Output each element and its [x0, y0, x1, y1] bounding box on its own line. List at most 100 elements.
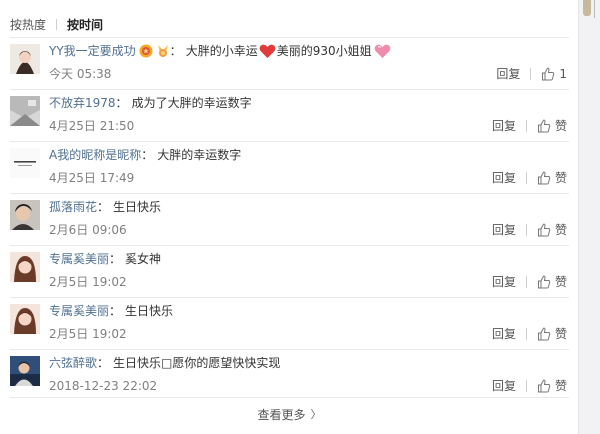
reply-button[interactable]: 回复: [492, 274, 516, 290]
comment-username[interactable]: 专属奚美丽: [49, 251, 109, 267]
avatar[interactable]: [10, 148, 40, 178]
comment-content: 六弦醉歌 ： 生日快乐□愿你的愿望快快实现: [49, 355, 281, 371]
sort-by-hot-tab[interactable]: 按热度: [10, 16, 46, 33]
chevron-right-icon: 〉: [310, 408, 322, 421]
like-button[interactable]: 赞: [537, 274, 567, 290]
comment-text: 大胖的幸运数字: [157, 148, 242, 162]
thumbs-up-icon: [537, 119, 551, 133]
comment-time: 2月5日 19:02: [49, 327, 127, 341]
comment-list: YY我一定要成功 ： 大胖的小幸运 美丽的930小姐姐 今天 05:38 回复 …: [0, 37, 578, 401]
comment-content: 孤落雨花 ： 生日快乐: [49, 199, 162, 215]
thumbs-up-icon: [537, 327, 551, 341]
like-count: 1: [559, 67, 567, 81]
comment-text: 生日快乐: [113, 200, 162, 214]
like-label: 赞: [554, 275, 567, 289]
comment-time: 2月5日 19:02: [49, 275, 127, 289]
thumbs-up-icon: [537, 171, 551, 185]
comment-actions: 回复 赞: [492, 170, 567, 186]
avatar[interactable]: [10, 356, 40, 386]
comment-username[interactable]: 孤落雨花: [49, 199, 97, 215]
comment-content: A我的昵称是昵称 ： 大胖的幸运数字: [49, 147, 242, 163]
action-divider: [525, 380, 527, 392]
comment-time: 2018-12-23 22:02: [49, 379, 158, 393]
comment-actions: 回复 赞: [492, 378, 567, 394]
view-more-link[interactable]: 查看更多 〉: [257, 406, 321, 423]
like-label: 赞: [554, 171, 567, 185]
sort-by-time-tab[interactable]: 按时间: [67, 16, 103, 33]
thumbs-up-icon: [537, 379, 551, 393]
like-button[interactable]: 赞: [537, 170, 567, 186]
comment-text-continued: 美丽的930小姐姐: [276, 44, 372, 58]
comment-username[interactable]: A我的昵称是昵称: [49, 147, 141, 163]
comment-text: 生日快乐: [125, 304, 174, 318]
comment-content: YY我一定要成功 ： 大胖的小幸运 美丽的930小姐姐: [49, 43, 391, 59]
avatar[interactable]: [10, 200, 40, 230]
comment-username[interactable]: YY我一定要成功: [49, 43, 136, 59]
reply-button[interactable]: 回复: [492, 118, 516, 134]
comment-item: A我的昵称是昵称 ： 大胖的幸运数字 4月25日 17:49 回复 赞: [10, 141, 569, 193]
comment-username[interactable]: 专属奚美丽: [49, 303, 109, 319]
comment-time: 4月25日 17:49: [49, 171, 135, 185]
action-divider: [525, 120, 527, 132]
action-divider: [530, 68, 532, 80]
comment-time: 2月6日 09:06: [49, 223, 127, 237]
comment-text: 生日快乐□愿你的愿望快快实现: [113, 356, 281, 370]
comment-content: 专属奚美丽 ： 生日快乐: [49, 303, 174, 319]
action-divider: [525, 276, 527, 288]
comment-actions: 回复 赞: [492, 326, 567, 342]
red-heart-icon: [259, 44, 276, 58]
avatar[interactable]: [10, 252, 40, 282]
like-label: 赞: [554, 119, 567, 133]
comment-content: 专属奚美丽 ： 奚女神: [49, 251, 162, 267]
comment-time: 4月25日 21:50: [49, 119, 135, 133]
comment-time: 今天 05:38: [49, 67, 112, 81]
comment-text: 奚女神: [125, 252, 162, 266]
sort-divider: [56, 18, 58, 30]
comment-item: 专属奚美丽 ： 生日快乐 2月5日 19:02 回复 赞: [10, 297, 569, 349]
avatar[interactable]: [10, 44, 40, 74]
sort-bar: 按热度 按时间: [10, 16, 103, 32]
medal-icon: [157, 45, 168, 57]
comment-actions: 回复 赞: [492, 118, 567, 134]
comment-actions: 回复 赞: [492, 222, 567, 238]
avatar[interactable]: [10, 304, 40, 334]
reply-button[interactable]: 回复: [492, 170, 516, 186]
load-more-row: 查看更多 〉: [10, 397, 569, 430]
like-label: 赞: [554, 327, 567, 341]
page-gutter: [579, 0, 600, 434]
side-tab-handle[interactable]: [583, 0, 591, 16]
vip-badge-icon: [139, 44, 153, 58]
reply-button[interactable]: 回复: [492, 222, 516, 238]
reply-button[interactable]: 回复: [492, 326, 516, 342]
comment-item: YY我一定要成功 ： 大胖的小幸运 美丽的930小姐姐 今天 05:38 回复 …: [10, 37, 569, 89]
like-button[interactable]: 赞: [537, 118, 567, 134]
side-edge-decoration: [594, 0, 600, 18]
avatar[interactable]: [10, 96, 40, 126]
comment-item: 孤落雨花 ： 生日快乐 2月6日 09:06 回复 赞: [10, 193, 569, 245]
reply-button[interactable]: 回复: [496, 66, 520, 82]
comment-panel: 按热度 按时间 YY我一定要成功 ： 大胖的小幸运 美丽的930小姐姐 今天 0…: [0, 0, 579, 434]
reply-button[interactable]: 回复: [492, 378, 516, 394]
comment-username[interactable]: 六弦醉歌: [49, 355, 97, 371]
comment-username[interactable]: 不放弃1978: [49, 95, 116, 111]
like-label: 赞: [554, 379, 567, 393]
comment-text: 大胖的小幸运: [185, 44, 258, 58]
thumbs-up-icon: [537, 275, 551, 289]
action-divider: [525, 328, 527, 340]
comment-actions: 回复 1: [496, 66, 567, 82]
like-button[interactable]: 赞: [537, 378, 567, 394]
action-divider: [525, 172, 527, 184]
thumbs-up-icon: [537, 223, 551, 237]
comment-item: 专属奚美丽 ： 奚女神 2月5日 19:02 回复 赞: [10, 245, 569, 297]
like-button[interactable]: 赞: [537, 222, 567, 238]
like-button[interactable]: 1: [541, 66, 567, 82]
comment-content: 不放弃1978 ： 成为了大胖的幸运数字: [49, 95, 252, 111]
view-more-label: 查看更多: [257, 407, 306, 422]
action-divider: [525, 224, 527, 236]
thumbs-up-icon: [542, 67, 555, 81]
like-label: 赞: [554, 223, 567, 237]
comment-item: 不放弃1978 ： 成为了大胖的幸运数字 4月25日 21:50 回复 赞: [10, 89, 569, 141]
comment-text: 成为了大胖的幸运数字: [131, 96, 252, 110]
pink-heart-icon: [374, 44, 390, 58]
like-button[interactable]: 赞: [537, 326, 567, 342]
